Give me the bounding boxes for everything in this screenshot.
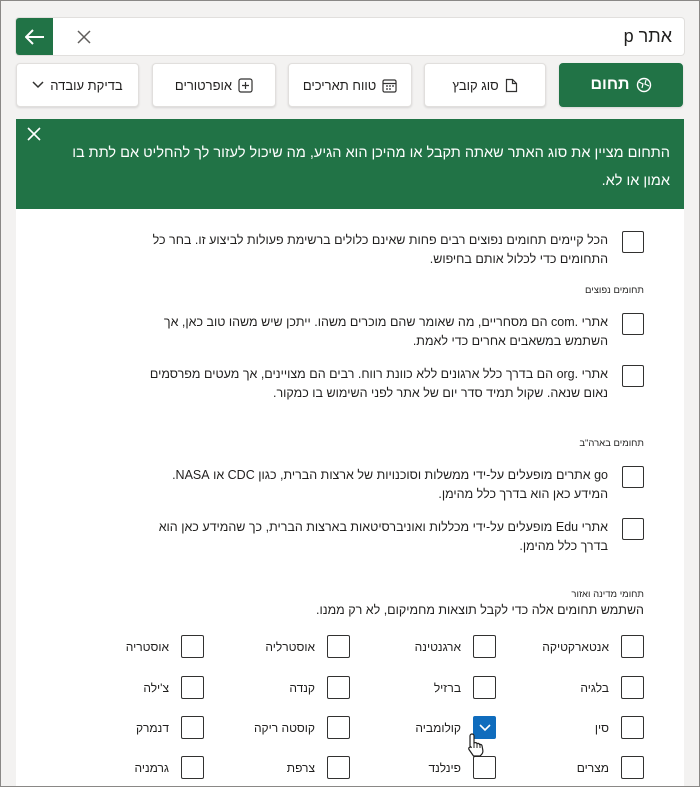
country-8-option[interactable]: סין — [595, 716, 644, 739]
country-label: קנדה — [289, 680, 315, 695]
country-checkbox[interactable] — [181, 716, 204, 739]
country-5-option[interactable]: ברזיל — [434, 676, 496, 699]
com-checkbox[interactable] — [622, 313, 644, 335]
country-label: דנמרק — [135, 720, 169, 735]
domain-button[interactable]: תחום — [559, 63, 683, 107]
operators-label: אופרטורים — [174, 77, 233, 93]
country-checkbox[interactable] — [473, 756, 496, 779]
document-icon — [505, 78, 517, 92]
country-checkbox[interactable] — [621, 756, 644, 779]
arrow-left-icon — [24, 28, 44, 45]
calendar-icon — [382, 78, 397, 93]
country-12-option[interactable]: מצרים — [577, 756, 644, 779]
close-icon — [77, 30, 91, 44]
date-range-label: טווח תאריכים — [302, 77, 377, 93]
country-15-option[interactable]: גרמניה — [134, 756, 204, 779]
chevron-down-icon — [32, 81, 44, 89]
country-checkbox[interactable] — [473, 635, 496, 658]
country-1-option[interactable]: ארגנטינה — [415, 635, 496, 658]
country-checkbox[interactable] — [621, 676, 644, 699]
gov-option[interactable]: go אתרים מופעלים על-ידי ממשלות וסוכנויות… — [148, 466, 644, 504]
common-domains-title: תחומים נפוצים — [584, 285, 644, 296]
country-label: אנטארקטיקה — [542, 639, 609, 654]
edu-option[interactable]: אתרי Edu מופעלים על-ידי מכללות ואוניברסי… — [148, 518, 644, 556]
operators-button[interactable]: אופרטורים — [152, 63, 276, 107]
close-banner-icon[interactable] — [26, 126, 42, 142]
country-7-option[interactable]: צ'ילה — [143, 676, 204, 699]
country-checkbox[interactable] — [181, 676, 204, 699]
country-label: אוסטרליה — [265, 639, 315, 654]
country-checkbox[interactable] — [327, 635, 350, 658]
gov-checkbox[interactable] — [622, 466, 644, 488]
info-banner: התחום מציין את סוג האתר שאתה תקבל או מהי… — [16, 119, 684, 209]
com-text: אתרי .com הם מסחריים, מה שאומר שהם מוכרי… — [163, 315, 608, 348]
country-label: גרמניה — [134, 760, 169, 775]
file-type-label: סוג קובץ — [452, 77, 499, 93]
all-domains-text: הכל קיימים תחומים נפוצים רבים פחות שאינם… — [152, 233, 608, 266]
add-box-icon — [238, 77, 253, 93]
org-checkbox[interactable] — [622, 365, 644, 387]
country-checkbox[interactable] — [327, 676, 350, 699]
country-checkbox[interactable] — [181, 756, 204, 779]
chevron-down-icon — [478, 723, 491, 731]
country-domains-description: השתמש תחומים אלה כדי לקבל תוצאות מחמיקום… — [316, 603, 644, 617]
search-bar: אתר p — [16, 18, 684, 55]
usa-domains-title: תחומים בארה"ב — [579, 438, 644, 449]
search-input[interactable]: אתר p — [624, 26, 672, 47]
country-label: אוסטריה — [125, 639, 169, 654]
country-13-option[interactable]: פינלנד — [428, 756, 496, 779]
country-checkbox[interactable] — [473, 676, 496, 699]
country-2-option[interactable]: אוסטרליה — [265, 635, 350, 658]
banner-text: התחום מציין את סוג האתר שאתה תקבל או מהי… — [72, 145, 670, 189]
country-label: קוסטה ריקה — [253, 720, 315, 735]
country-checkbox[interactable] — [327, 756, 350, 779]
country-checkbox[interactable] — [327, 716, 350, 739]
country-label: קולומביה — [415, 720, 461, 735]
country-0-option[interactable]: אנטארקטיקה — [542, 635, 644, 658]
all-domains-option[interactable]: הכל קיימים תחומים נפוצים רבים פחות שאינם… — [148, 231, 644, 269]
app-window: אתר p תחום סוג קובץ טווח תאריכים אופרטור… — [0, 0, 700, 787]
all-domains-checkbox[interactable] — [622, 231, 644, 253]
country-3-option[interactable]: אוסטריה — [126, 635, 204, 658]
country-domains-title: תחומי מדינה ואזור — [571, 589, 644, 600]
fact-check-label: בדיקת עובדה — [50, 77, 123, 93]
clear-search-button[interactable] — [74, 27, 94, 47]
country-6-option[interactable]: קנדה — [289, 676, 350, 699]
country-checkbox[interactable] — [621, 635, 644, 658]
domain-button-label: תחום — [590, 76, 630, 93]
country-10-option[interactable]: קוסטה ריקה — [254, 716, 350, 739]
gov-text: go אתרים מופעלים על-ידי ממשלות וסוכנויות… — [172, 468, 608, 501]
country-label: ארגנטינה — [414, 639, 461, 654]
fact-check-dropdown[interactable]: בדיקת עובדה — [16, 63, 139, 107]
org-option[interactable]: אתרי .org הם בדרך כלל ארגונים ללא כוונת … — [148, 365, 644, 403]
country-checkbox[interactable] — [621, 716, 644, 739]
globe-icon — [636, 77, 651, 93]
domain-options-panel: הכל קיימים תחומים נפוצים רבים פחות שאינם… — [16, 209, 684, 786]
date-range-button[interactable]: טווח תאריכים — [288, 63, 412, 107]
com-option[interactable]: אתרי .com הם מסחריים, מה שאומר שהם מוכרי… — [148, 313, 644, 351]
country-14-option[interactable]: צרפת — [287, 756, 350, 779]
org-text: אתרי .org הם בדרך כלל ארגונים ללא כוונת … — [149, 367, 608, 400]
edu-text: אתרי Edu מופעלים על-ידי מכללות ואוניברסי… — [158, 520, 608, 553]
hand-pointer-icon — [468, 733, 484, 757]
file-type-button[interactable]: סוג קובץ — [424, 63, 546, 107]
country-label: צרפת — [286, 760, 315, 775]
country-11-option[interactable]: דנמרק — [136, 716, 204, 739]
country-4-option[interactable]: בלגיה — [580, 676, 644, 699]
country-label: בלגיה — [580, 680, 609, 695]
country-label: מצרים — [576, 760, 609, 775]
country-label: סין — [594, 720, 609, 735]
country-label: פינלנד — [428, 760, 461, 775]
country-checkbox[interactable] — [181, 635, 204, 658]
back-button[interactable] — [16, 18, 53, 55]
country-label: ברזיל — [433, 680, 461, 695]
edu-checkbox[interactable] — [622, 518, 644, 540]
country-label: צ'ילה — [143, 680, 169, 695]
